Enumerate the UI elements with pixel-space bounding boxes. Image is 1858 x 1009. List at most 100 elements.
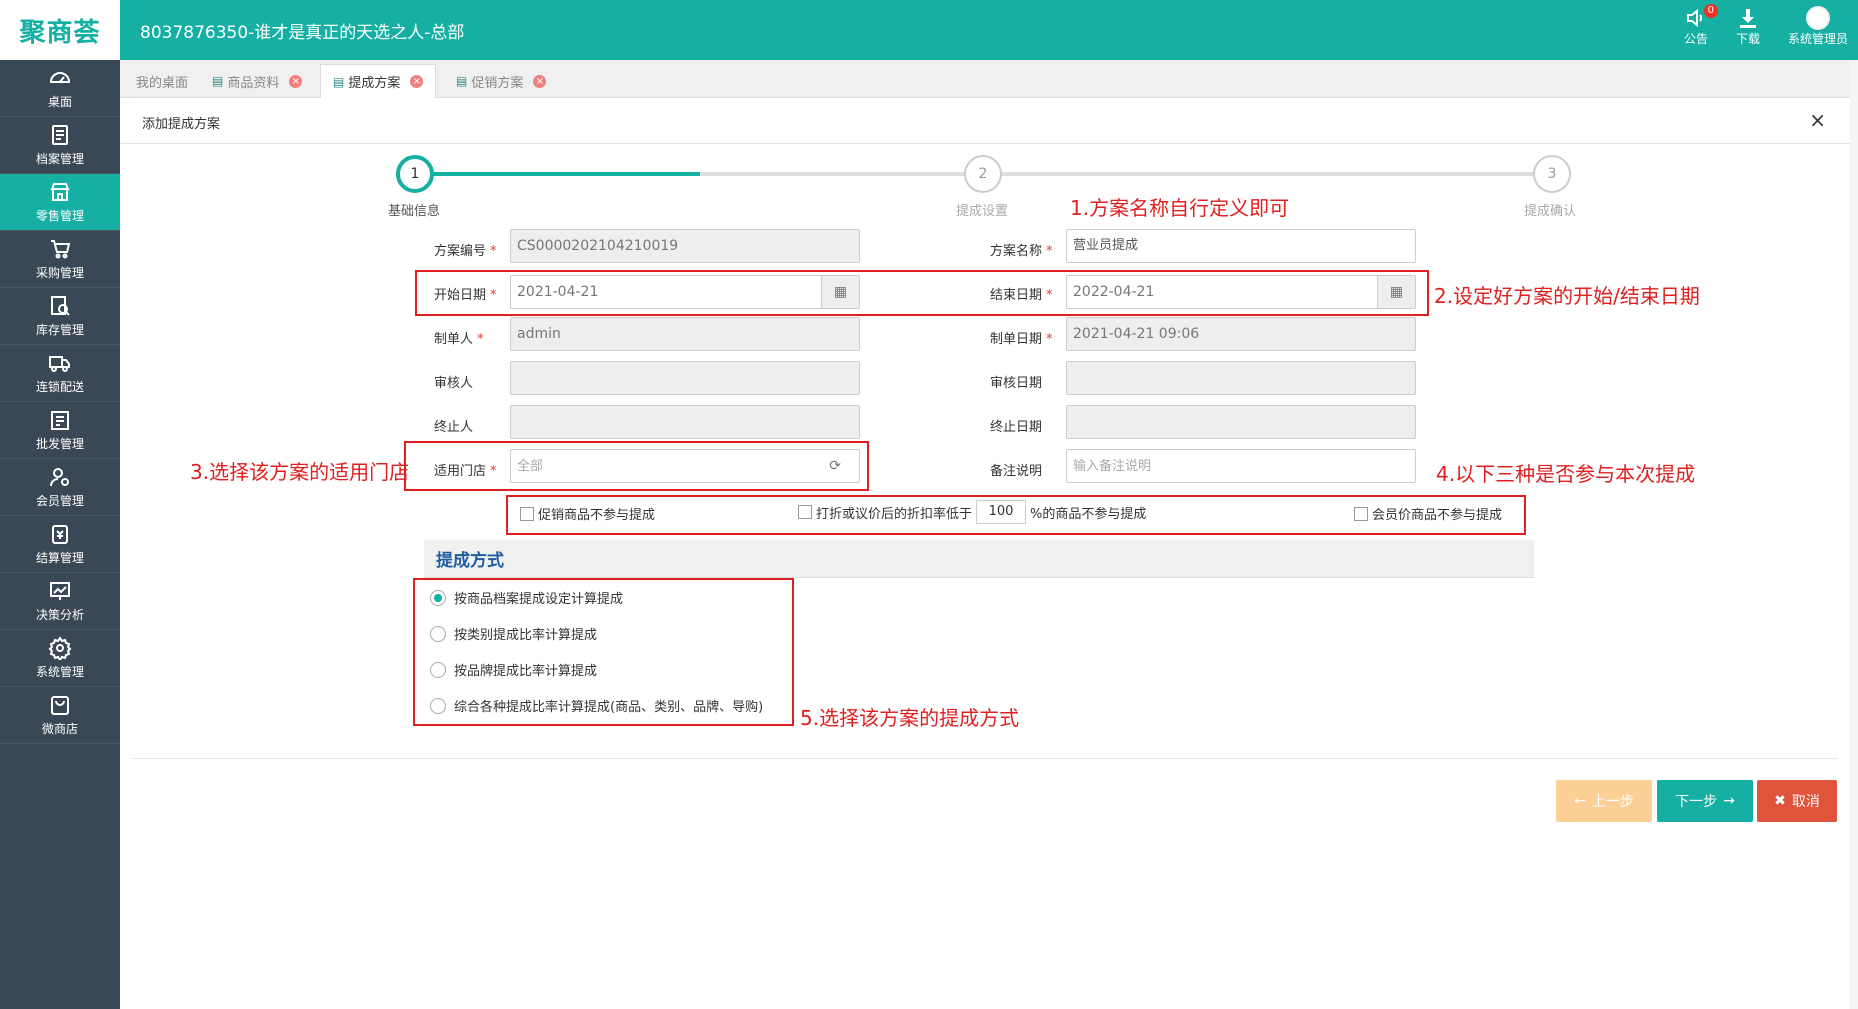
- close-icon[interactable]: ×: [289, 74, 303, 88]
- cancel-label: 取消: [1791, 794, 1820, 810]
- make-date-field: 2021-04-21 09:06: [1066, 317, 1416, 351]
- sidebar-item-label: 会员管理: [35, 494, 84, 508]
- notice-button[interactable]: 0 公告: [1683, 4, 1718, 47]
- sidebar-item-analysis[interactable]: 决策分析: [0, 573, 120, 630]
- sidebar-item-system[interactable]: 系统管理: [0, 630, 120, 687]
- gear-icon: [48, 636, 72, 660]
- top-actions: 0 公告 下载 系统管理员: [1683, 4, 1848, 47]
- scheme-no-field: CS0000202104210019: [510, 229, 860, 263]
- notice-label: 公告: [1683, 32, 1708, 46]
- sidebar-item-label: 结算管理: [35, 551, 84, 565]
- prev-label: 上一步: [1591, 794, 1634, 810]
- cart-icon: [51, 240, 71, 259]
- make-date-label: 制单日期 *: [990, 332, 1053, 347]
- sidebar-item-desktop[interactable]: 桌面: [0, 60, 120, 117]
- cancel-button[interactable]: ✖ 取消: [1757, 780, 1837, 822]
- scrollbar[interactable]: [1850, 60, 1858, 1009]
- step-progress-done: [416, 172, 700, 176]
- annotation-note-5: 5.选择该方案的提成方式: [800, 706, 1020, 730]
- maker-field: admin: [510, 317, 860, 351]
- sidebar-item-label: 采购管理: [35, 266, 84, 280]
- annotation-note-3: 3.选择该方案的适用门店: [190, 460, 410, 484]
- scheme-name-label: 方案名称 *: [990, 244, 1053, 259]
- tab-commission[interactable]: ▤ 提成方案 ×: [320, 64, 437, 98]
- sidebar-item-inventory[interactable]: 库存管理: [0, 288, 120, 345]
- app-logo[interactable]: 聚商荟: [0, 0, 120, 60]
- step-3-label: 提成确认: [1524, 204, 1577, 219]
- prev-button[interactable]: ← 上一步: [1556, 780, 1652, 822]
- document-icon: ▤: [456, 74, 468, 88]
- sidebar-item-label: 连锁配送: [35, 380, 84, 394]
- annotation-box-method: [413, 578, 794, 726]
- sidebar-item-purchase[interactable]: 采购管理: [0, 231, 120, 288]
- method-section-title: 提成方式: [424, 540, 1534, 578]
- chart-icon: [50, 582, 70, 600]
- close-icon[interactable]: ×: [533, 74, 547, 88]
- document-icon: ▤: [333, 74, 345, 89]
- panel-title: 添加提成方案: [142, 117, 221, 132]
- store-icon: [50, 183, 70, 201]
- auditor-field: [510, 361, 860, 395]
- annotation-box-dates: [415, 270, 1429, 316]
- sidebar-item-microshop[interactable]: 微商店: [0, 687, 120, 744]
- sidebar-item-wholesale[interactable]: 批发管理: [0, 402, 120, 459]
- next-label: 下一步: [1675, 794, 1718, 810]
- sidebar-item-member[interactable]: 会员管理: [0, 459, 120, 516]
- annotation-note-1: 1.方案名称自行定义即可: [1070, 196, 1290, 220]
- close-icon[interactable]: ×: [410, 75, 424, 88]
- term-date-field: [1066, 405, 1416, 439]
- shop-bag-icon: [51, 696, 69, 715]
- maker-label: 制单人 *: [434, 332, 484, 347]
- avatar: [1805, 6, 1830, 30]
- member-icon: [50, 468, 69, 487]
- terminator-label: 终止人: [434, 420, 474, 435]
- remark-input[interactable]: 输入备注说明: [1066, 449, 1416, 483]
- sidebar-item-label: 桌面: [47, 95, 72, 109]
- term-date-label: 终止日期: [990, 420, 1043, 435]
- org-title: 8037876350-谁才是真正的天选之人-总部: [140, 23, 465, 43]
- archive-icon: [52, 125, 68, 145]
- step-3: 3: [1533, 155, 1571, 193]
- sidebar-item-label: 微商店: [41, 722, 78, 736]
- sidebar-item-settlement[interactable]: 结算管理: [0, 516, 120, 573]
- top-bar: 聚商荟 8037876350-谁才是真正的天选之人-总部 0 公告 下载 系统管…: [0, 0, 1858, 60]
- tab-product[interactable]: ▤ 商品资料 ×: [200, 64, 314, 98]
- next-button[interactable]: 下一步 →: [1657, 780, 1753, 822]
- user-label: 系统管理员: [1787, 32, 1848, 46]
- close-icon[interactable]: ×: [1809, 108, 1826, 132]
- annotation-note-2: 2.设定好方案的开始/结束日期: [1434, 284, 1700, 308]
- remark-placeholder: 输入备注说明: [1073, 459, 1152, 474]
- sidebar-item-retail[interactable]: 零售管理: [0, 174, 120, 231]
- arrow-right-icon: →: [1723, 793, 1735, 809]
- annotation-box-store: [404, 441, 869, 491]
- sidebar-item-archive[interactable]: 档案管理: [0, 117, 120, 174]
- sidebar-item-label: 档案管理: [35, 152, 84, 166]
- user-menu[interactable]: 系统管理员: [1788, 6, 1848, 47]
- download-button[interactable]: 下载: [1736, 6, 1760, 47]
- close-icon: ✖: [1774, 793, 1786, 809]
- panel-header: 添加提成方案 ×: [120, 98, 1858, 144]
- step-progress-track: [700, 172, 1550, 176]
- notice-badge: 0: [1703, 4, 1718, 18]
- step-2-label: 提成设置: [956, 204, 1009, 219]
- step-1-label: 基础信息: [388, 204, 441, 219]
- tab-label: 促销方案: [471, 75, 524, 91]
- scheme-name-input[interactable]: 营业员提成: [1066, 229, 1416, 263]
- tab-label: 提成方案: [348, 76, 401, 91]
- annotation-box-checkboxes: [506, 495, 1526, 535]
- tab-bar: 我的桌面 ▤ 商品资料 × ▤ 提成方案 × ▤ 促销方案 ×: [120, 60, 1858, 98]
- dashboard-icon: [49, 72, 71, 83]
- sidebar-item-label: 决策分析: [35, 608, 84, 622]
- remark-label: 备注说明: [990, 464, 1043, 479]
- tab-desktop[interactable]: 我的桌面: [124, 64, 200, 98]
- annotation-note-4: 4.以下三种是否参与本次提成: [1436, 462, 1696, 486]
- audit-date-field: [1066, 361, 1416, 395]
- audit-date-label: 审核日期: [990, 376, 1043, 391]
- step-2: 2: [964, 155, 1002, 193]
- tab-promotion[interactable]: ▤ 促销方案 ×: [444, 64, 558, 98]
- divider: [132, 758, 1838, 759]
- sidebar-item-label: 系统管理: [35, 665, 84, 679]
- step-1: 1: [396, 155, 434, 193]
- sidebar-item-distribution[interactable]: 连锁配送: [0, 345, 120, 402]
- tab-label: 我的桌面: [136, 75, 189, 91]
